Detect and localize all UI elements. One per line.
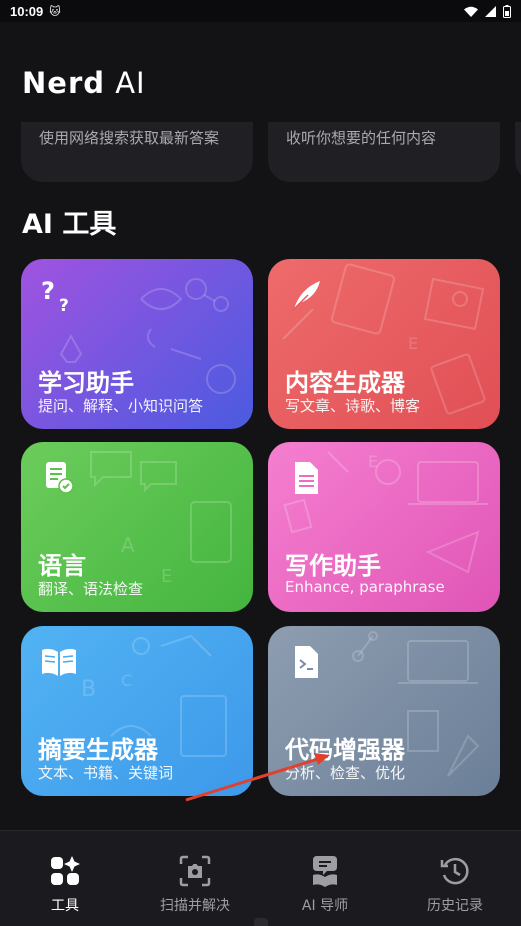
svg-text:A: A bbox=[121, 533, 135, 557]
tool-name: 摘要生成器 bbox=[38, 736, 158, 764]
tool-card-content-generator[interactable]: E 内容生成器 写文章、诗歌、博客 bbox=[268, 259, 500, 429]
tool-subtitle: 分析、检查、优化 bbox=[285, 764, 406, 782]
app-title-light: AI bbox=[115, 66, 146, 100]
tool-name: 内容生成器 bbox=[285, 369, 405, 397]
section-title: AI 工具 bbox=[22, 209, 117, 240]
nav-tab-label: 历史记录 bbox=[427, 898, 483, 914]
tool-name: 代码增强器 bbox=[285, 736, 405, 764]
signal-icon bbox=[485, 5, 496, 17]
app-title-bold: Nerd bbox=[22, 66, 105, 100]
tool-subtitle: Enhance, paraphrase bbox=[285, 578, 445, 596]
nav-tab-scan-solve[interactable]: 扫描并解决 bbox=[130, 831, 260, 926]
tool-card-language[interactable]: A E 语言 翻译、语法检查 bbox=[21, 442, 253, 612]
web-search-card-desc: 使用网络搜索获取最新答案 bbox=[39, 129, 220, 147]
grid-sparkle-icon bbox=[51, 856, 80, 885]
web-search-card[interactable]: 使用网络搜索获取最新答案 bbox=[21, 122, 253, 182]
tool-card-writing-assistant[interactable]: E 写作助手 Enhance, paraphrase bbox=[268, 442, 500, 612]
document-icon bbox=[295, 462, 318, 494]
app-title: Nerd AI bbox=[22, 66, 146, 100]
wifi-icon bbox=[464, 6, 478, 17]
nav-tab-label: 扫描并解决 bbox=[160, 898, 230, 914]
camera-scan-icon bbox=[179, 855, 211, 887]
svg-text:C: C bbox=[121, 671, 132, 690]
tool-card-summary-generator[interactable]: B C 摘要生成器 文本、书籍、关键词 bbox=[21, 626, 253, 796]
svg-text:?: ? bbox=[59, 296, 69, 315]
status-bar: 10:09 🐱 bbox=[0, 0, 521, 22]
audio-card[interactable]: 收听你想要的任何内容 bbox=[268, 122, 500, 182]
svg-text:E: E bbox=[161, 566, 172, 587]
nav-tab-tools[interactable]: 工具 bbox=[0, 831, 130, 926]
battery-icon bbox=[503, 4, 511, 18]
tool-subtitle: 提问、解释、小知识问答 bbox=[38, 397, 204, 415]
tool-subtitle: 写文章、诗歌、博客 bbox=[285, 397, 421, 415]
nav-tab-label: AI 导师 bbox=[301, 898, 349, 914]
feather-icon bbox=[291, 281, 320, 312]
tool-card-study-assistant[interactable]: ? ? 学习助手 提问、解释、小知识问答 bbox=[21, 259, 253, 429]
audio-card-desc: 收听你想要的任何内容 bbox=[286, 129, 437, 147]
history-icon bbox=[440, 857, 469, 885]
tool-name: 学习助手 bbox=[38, 369, 134, 397]
svg-text:E: E bbox=[408, 334, 418, 353]
tool-subtitle: 翻译、语法检查 bbox=[38, 580, 144, 598]
tool-name: 语言 bbox=[38, 552, 86, 580]
tool-subtitle: 文本、书籍、关键词 bbox=[38, 764, 174, 782]
tutor-icon bbox=[313, 856, 337, 887]
document-check-icon bbox=[46, 462, 74, 494]
next-card-partial[interactable] bbox=[515, 122, 521, 182]
tool-card-code-enhancer[interactable]: 代码增强器 分析、检查、优化 bbox=[268, 626, 500, 796]
status-icons bbox=[464, 4, 511, 18]
nav-tab-history[interactable]: 历史记录 bbox=[390, 831, 520, 926]
status-time: 10:09 bbox=[10, 3, 44, 19]
top-cards-row: 使用网络搜索获取最新答案 收听你想要的任何内容 bbox=[0, 122, 521, 182]
notification-cat-icon: 🐱 bbox=[49, 4, 61, 18]
tool-name: 写作助手 bbox=[285, 552, 381, 580]
question-icon: ? ? bbox=[41, 277, 69, 315]
code-file-icon bbox=[295, 646, 318, 678]
svg-text:B: B bbox=[81, 677, 96, 702]
book-icon bbox=[42, 648, 76, 676]
svg-text:?: ? bbox=[41, 277, 55, 305]
svg-text:E: E bbox=[368, 452, 378, 471]
home-indicator bbox=[254, 918, 268, 926]
bottom-nav: 工具 扫描并解决 AI 导师 历史记录 bbox=[0, 830, 521, 926]
nav-tab-label: 工具 bbox=[51, 898, 79, 914]
nav-tab-ai-tutor[interactable]: AI 导师 bbox=[260, 831, 390, 926]
